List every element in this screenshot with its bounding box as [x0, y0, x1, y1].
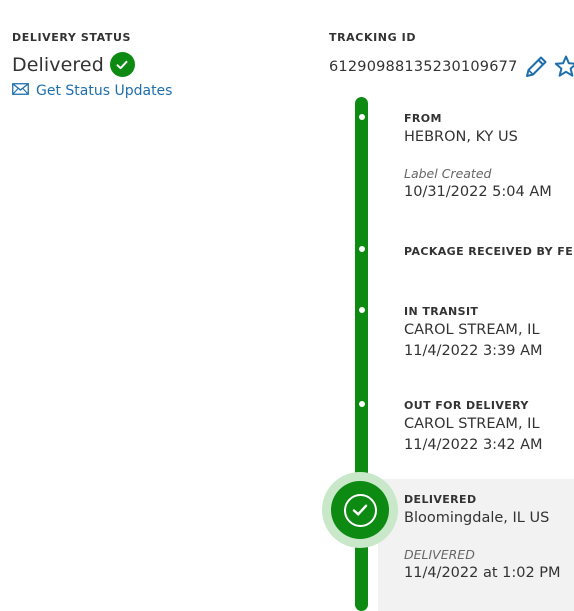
event-title: IN TRANSIT: [404, 305, 479, 318]
event-received: PACKAGE RECEIVED BY FEDEX: [404, 245, 574, 258]
event-title: DELIVERED: [404, 493, 477, 506]
delivery-status-value: Delivered: [12, 53, 104, 76]
event-location: Bloomingdale, IL US: [404, 510, 550, 526]
event-from: FROM HEBRON, KY US Label Created 10/31/2…: [404, 112, 574, 203]
event-note: DELIVERED: [404, 547, 475, 562]
pencil-icon[interactable]: [523, 54, 549, 80]
delivery-status-label: DELIVERY STATUS: [12, 31, 132, 44]
star-icon[interactable]: [553, 54, 574, 80]
timeline-dot-in-transit: [358, 307, 365, 313]
tracking-id-line: 61290988135230109677: [329, 54, 574, 80]
check-circle-icon: [109, 52, 135, 77]
delivery-status-line: Delivered: [12, 52, 272, 77]
event-datetime: 10/31/2022 5:04 AM: [404, 184, 552, 200]
timeline-dot-received: [358, 246, 365, 252]
event-datetime: 11/4/2022 3:42 AM: [404, 437, 543, 453]
event-title: FROM: [404, 112, 442, 125]
event-location: HEBRON, KY US: [404, 129, 518, 145]
tracking-number: 61290988135230109677: [329, 59, 518, 75]
get-status-updates-link[interactable]: Get Status Updates: [12, 83, 272, 99]
event-location: CAROL STREAM, IL: [404, 322, 540, 338]
delivery-status-section: DELIVERY STATUS Delivered Get Status Upd…: [12, 31, 272, 99]
get-status-updates-label: Get Status Updates: [36, 83, 173, 99]
event-note: Label Created: [404, 166, 492, 181]
check-circle-icon: [331, 481, 389, 539]
timeline-dot-out-for-delivery: [358, 401, 365, 407]
event-in-transit: IN TRANSIT CAROL STREAM, IL 11/4/2022 3:…: [404, 305, 574, 362]
event-title: OUT FOR DELIVERY: [404, 399, 529, 412]
timeline-dot-from: [358, 114, 365, 120]
event-title: PACKAGE RECEIVED BY FEDEX: [404, 245, 574, 258]
envelope-icon: [12, 83, 29, 99]
event-delivered: DELIVERED Bloomingdale, IL US DELIVERED …: [404, 493, 574, 584]
tracking-number-tail: 77: [498, 59, 518, 75]
tracking-section: TRACKING ID 61290988135230109677: [329, 31, 574, 80]
tracking-id-label: TRACKING ID: [329, 31, 417, 44]
event-location: CAROL STREAM, IL: [404, 416, 540, 432]
event-datetime: 11/4/2022 3:39 AM: [404, 343, 543, 359]
delivered-ring: [343, 493, 377, 527]
event-datetime: 11/4/2022 at 1:02 PM: [404, 565, 561, 581]
event-out-for-delivery: OUT FOR DELIVERY CAROL STREAM, IL 11/4/2…: [404, 399, 574, 456]
